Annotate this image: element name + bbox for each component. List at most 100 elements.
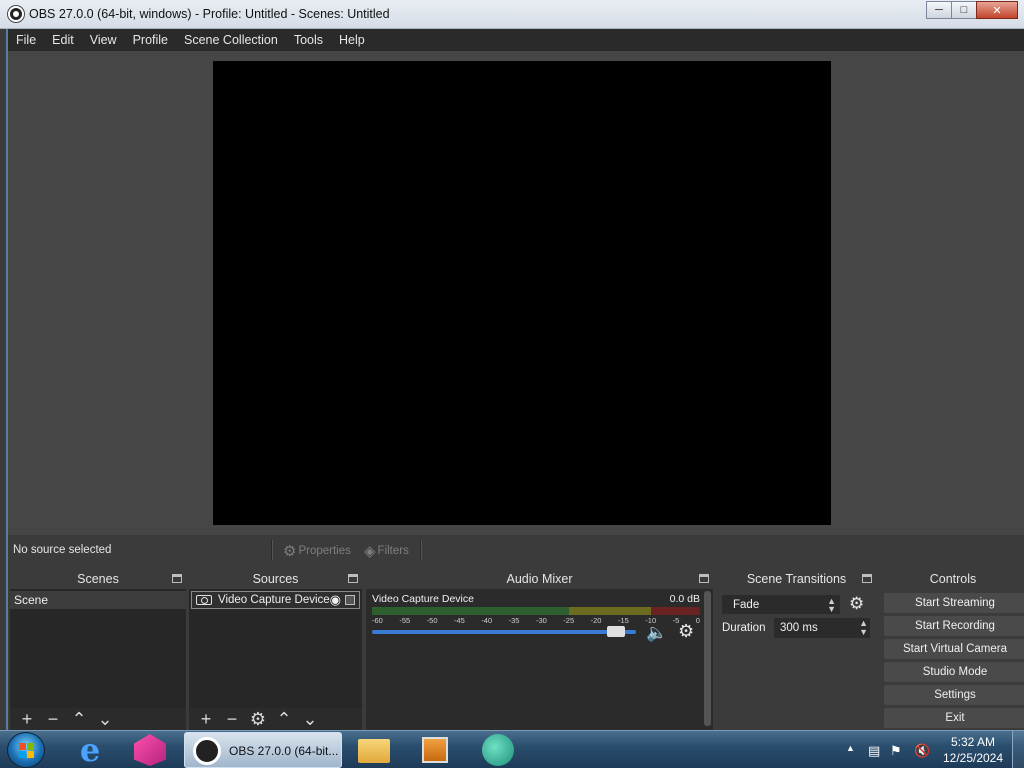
flag-icon[interactable]: ⚑ (890, 743, 902, 759)
volume-muted-icon[interactable]: 🔇 (914, 743, 930, 759)
undock-icon[interactable] (699, 574, 709, 583)
properties-button[interactable]: ⚙ Properties (283, 542, 351, 560)
system-tray: ▲ ▤ ⚑ 🔇 5:32 AM 12/25/2024 (840, 731, 1020, 768)
mixer-scrollbar[interactable] (704, 591, 711, 726)
scenes-dock: Scenes Scene + − ⌃ ⌄ (10, 569, 186, 730)
add-scene-icon[interactable]: + (14, 709, 40, 729)
exit-button[interactable]: Exit (884, 708, 1024, 728)
menu-view[interactable]: View (82, 29, 125, 51)
close-button[interactable]: ✕ (976, 1, 1018, 19)
start-streaming-button[interactable]: Start Streaming (884, 593, 1024, 613)
meter-tick-label: -35 (508, 616, 520, 625)
move-down-icon[interactable]: ⌄ (297, 709, 323, 729)
channel-db: 0.0 dB (669, 593, 700, 605)
app-pink-icon[interactable] (134, 734, 166, 766)
transitions-body: Fade ▲ ▼ ⚙ Duration 300 ms ▲ ▼ (717, 589, 876, 730)
controls-dock: Controls Start Streaming Start Recording… (880, 569, 1024, 730)
start-recording-button[interactable]: Start Recording (884, 616, 1024, 636)
gear-icon: ⚙ (283, 543, 297, 560)
filters-button[interactable]: ◈ Filters (364, 542, 409, 560)
start-button[interactable] (7, 732, 45, 768)
clock-time[interactable]: 5:32 AM (948, 735, 998, 749)
menu-help[interactable]: Help (331, 29, 373, 51)
sources-dock: Sources Video Capture Device ◉ + − ⚙ ⌃ ⌄ (189, 569, 362, 730)
meter-tick-label: 0 (695, 616, 700, 625)
minimize-button[interactable]: ─ (926, 1, 952, 19)
mixer-body: Video Capture Device 0.0 dB -60 -55 -50 -45… (366, 589, 713, 730)
undock-icon[interactable] (348, 574, 358, 583)
speaker-icon[interactable]: 🔈 (646, 623, 667, 643)
start-virtual-camera-button[interactable]: Start Virtual Camera (884, 639, 1024, 659)
title-bar: OBS 27.0.0 (64-bit, windows) - Profile: … (0, 0, 1024, 29)
clock-date[interactable]: 12/25/2024 (940, 751, 1006, 765)
remove-scene-icon[interactable]: − (40, 709, 66, 729)
menu-scene-collection[interactable]: Scene Collection (176, 29, 286, 51)
tray-expand-icon[interactable]: ▲ (846, 743, 855, 753)
filter-icon: ◈ (364, 543, 376, 560)
camera-icon (196, 595, 212, 605)
taskbar: e OBS 27.0.0 (64-bit... ▲ ▤ ⚑ 🔇 5:32 AM … (0, 730, 1024, 768)
scenes-toolbar: + − ⌃ ⌄ (10, 708, 186, 730)
undock-icon[interactable] (172, 574, 182, 583)
file-explorer-icon[interactable] (358, 739, 390, 763)
context-bar: No source selected ⚙ Properties ◈ Filter… (8, 535, 1024, 565)
list-item[interactable]: Video Capture Device ◉ (191, 591, 360, 609)
volume-slider-track[interactable] (372, 630, 636, 634)
menu-bar: File Edit View Profile Scene Collection … (8, 29, 1024, 51)
move-up-icon[interactable]: ⌃ (271, 709, 297, 729)
network-icon[interactable]: ▤ (868, 743, 880, 759)
transitions-header: Scene Transitions (717, 569, 876, 589)
eye-icon[interactable]: ◉ (330, 592, 341, 608)
mixer-header: Audio Mixer (366, 569, 713, 589)
app-green-icon[interactable] (482, 734, 514, 766)
window-controls: ─ □ ✕ (926, 1, 1018, 19)
studio-mode-button[interactable]: Studio Mode (884, 662, 1024, 682)
meter-tick-label: -50 (426, 616, 438, 625)
internet-explorer-icon[interactable]: e (74, 734, 106, 766)
minimize-icon: ─ (935, 4, 943, 16)
menu-edit[interactable]: Edit (44, 29, 82, 51)
gear-icon[interactable]: ⚙ (678, 621, 694, 642)
obs-taskbar-button[interactable]: OBS 27.0.0 (64-bit... (184, 732, 342, 768)
preview-canvas[interactable] (213, 61, 831, 525)
scenes-header: Scenes (10, 569, 186, 589)
menu-tools[interactable]: Tools (286, 29, 331, 51)
remove-source-icon[interactable]: − (219, 709, 245, 729)
channel-name: Video Capture Device (372, 593, 474, 605)
meter-tick-label: -20 (590, 616, 602, 625)
move-down-icon[interactable]: ⌄ (92, 709, 118, 729)
media-player-icon[interactable] (422, 737, 448, 763)
menu-file[interactable]: File (8, 29, 44, 51)
properties-label: Properties (298, 545, 351, 557)
move-up-icon[interactable]: ⌃ (66, 709, 92, 729)
undock-icon[interactable] (862, 574, 872, 583)
volume-slider-handle[interactable] (606, 626, 625, 637)
context-separator (271, 540, 273, 560)
transitions-title: Scene Transitions (746, 572, 847, 586)
add-source-icon[interactable]: + (193, 709, 219, 729)
maximize-button[interactable]: □ (951, 1, 977, 19)
meter-tick-label: -55 (399, 616, 411, 625)
gear-icon[interactable]: ⚙ (849, 594, 864, 614)
transition-select[interactable]: Fade ▲ ▼ (722, 595, 840, 614)
audio-mixer-dock: Audio Mixer Video Capture Device 0.0 dB … (366, 569, 713, 730)
window-title: OBS 27.0.0 (64-bit, windows) - Profile: … (29, 7, 390, 21)
meter-tick-label: -45 (453, 616, 465, 625)
menu-profile[interactable]: Profile (125, 29, 176, 51)
close-icon: ✕ (992, 4, 1002, 17)
list-item[interactable]: Scene (10, 591, 186, 609)
transition-value: Fade (733, 599, 760, 611)
meter-tick-label: -60 (372, 616, 383, 625)
main-window: File Edit View Profile Scene Collection … (6, 29, 1024, 730)
source-name: Video Capture Device (218, 594, 330, 606)
source-gear-icon[interactable]: ⚙ (245, 709, 271, 729)
show-desktop-button[interactable] (1012, 731, 1024, 768)
chevron-updown-icon[interactable]: ▲ ▼ (859, 619, 868, 637)
controls-body: Start Streaming Start Recording Start Vi… (880, 589, 1024, 730)
duration-stepper[interactable]: 300 ms ▲ ▼ (774, 618, 870, 638)
controls-title: Controls (929, 572, 977, 586)
sources-title: Sources (252, 572, 299, 586)
settings-button[interactable]: Settings (884, 685, 1024, 705)
context-separator (420, 540, 422, 560)
lock-icon[interactable] (345, 595, 355, 605)
